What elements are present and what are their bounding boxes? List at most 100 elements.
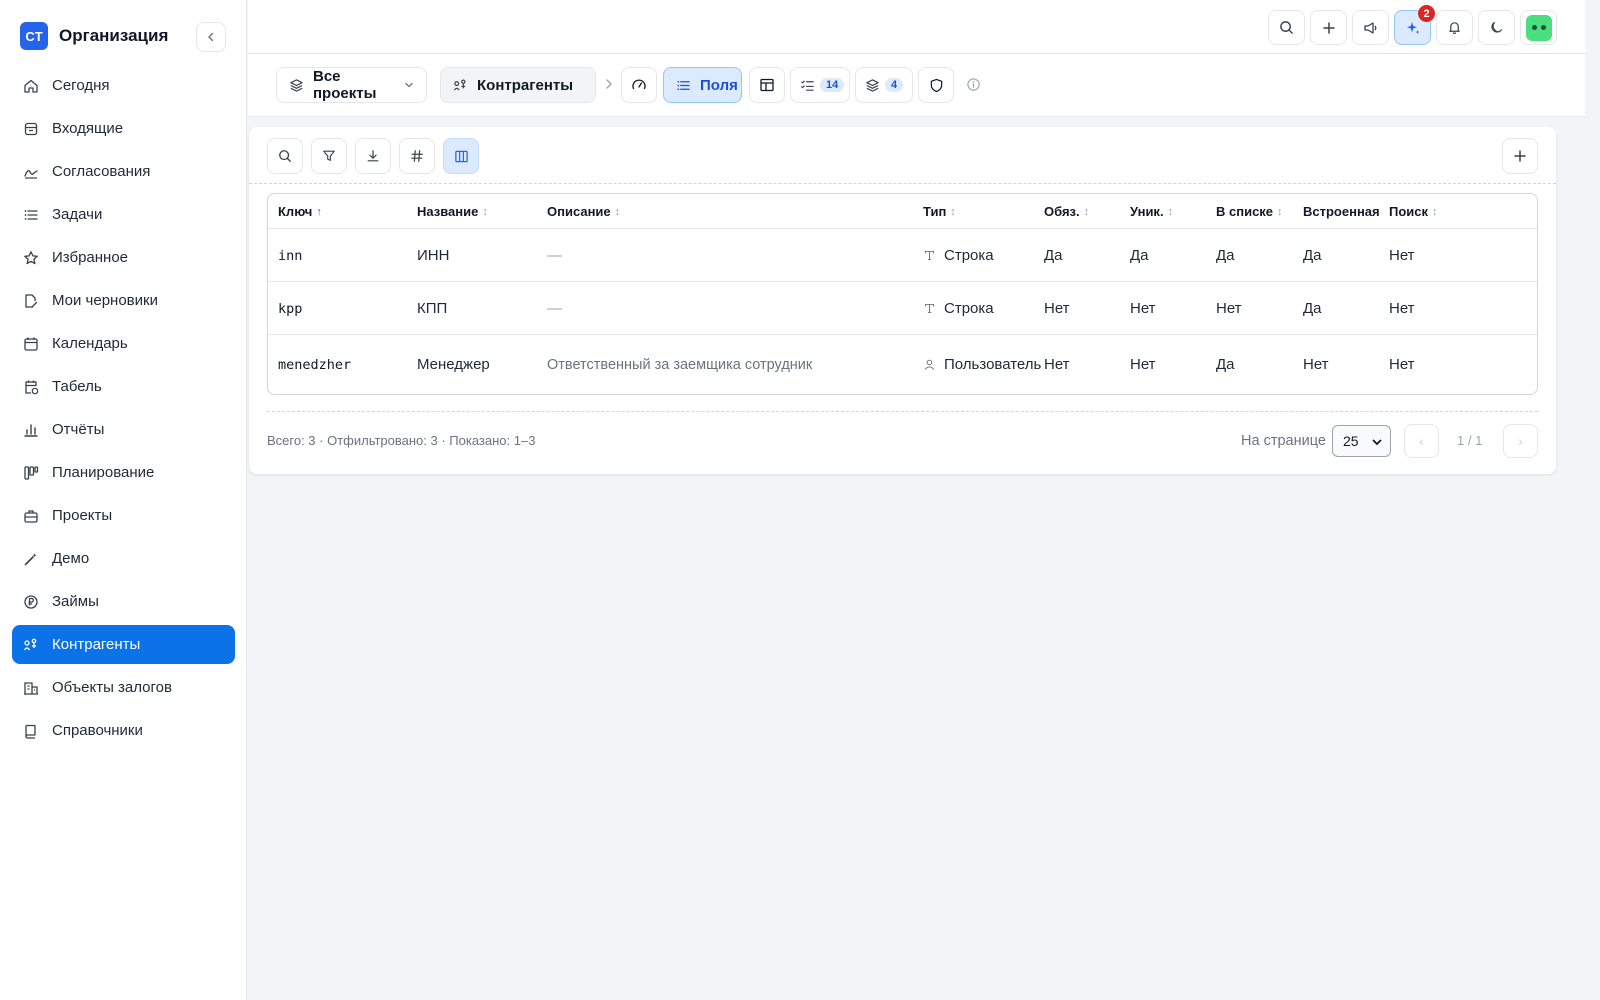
cell-value: Да	[1216, 247, 1235, 264]
sidebar-item-label: Займы	[52, 593, 99, 610]
text-type-icon	[923, 249, 936, 262]
cell-unique: Нет	[1130, 282, 1156, 335]
announcements-button[interactable]	[1352, 10, 1389, 45]
table-row[interactable]: menedzher Менеджер Ответственный за заемщи…	[268, 335, 1537, 394]
sidebar-item-14[interactable]: Объекты залогов	[12, 668, 235, 707]
export-button[interactable]	[355, 138, 391, 174]
checklists-count-badge: 14	[820, 78, 845, 92]
column-header-builtin[interactable]: Встроенная	[1303, 204, 1380, 219]
sidebar-item-9[interactable]: Планирование	[12, 453, 235, 492]
sort-icon: ↕	[950, 205, 956, 218]
column-header-description[interactable]: Описание ↕	[547, 204, 620, 219]
cell-value: Да	[1044, 247, 1063, 264]
column-header-unique[interactable]: Уник. ↕	[1130, 204, 1173, 219]
sidebar-item-12[interactable]: Займы	[12, 582, 235, 621]
megaphone-icon	[1363, 21, 1376, 34]
add-field-button[interactable]	[1502, 138, 1538, 174]
ai-assistant-button[interactable]: 2	[1394, 5, 1435, 45]
cell-in_list: Нет	[1216, 282, 1242, 335]
search-button[interactable]	[1268, 10, 1305, 45]
cell-required: Да	[1044, 229, 1063, 282]
sort-icon: ↕	[1432, 205, 1438, 218]
footer-divider	[267, 411, 1538, 412]
sidebar-item-4[interactable]: Избранное	[12, 238, 235, 277]
sidebar-item-5[interactable]: Мои черновики	[12, 281, 235, 320]
sidebar-item-label: Входящие	[52, 120, 124, 137]
per-page-select[interactable]: 25	[1332, 425, 1391, 457]
cell-value: Строка	[944, 246, 994, 264]
column-header-search[interactable]: Поиск ↕	[1389, 204, 1438, 219]
columns-button[interactable]	[443, 138, 479, 174]
checklists-tab[interactable]: 14	[790, 67, 850, 103]
cell-name: КПП	[417, 282, 447, 335]
collapse-sidebar-button[interactable]	[196, 22, 226, 52]
column-header-label: Уник.	[1130, 204, 1164, 219]
home-icon	[23, 78, 39, 94]
fields-tab[interactable]: Поля	[663, 67, 742, 103]
cell-builtin: Да	[1303, 282, 1322, 335]
layers-tab[interactable]: 4	[855, 67, 913, 103]
sidebar-item-6[interactable]: Календарь	[12, 324, 235, 363]
filter-button[interactable]	[311, 138, 347, 174]
cell-value: Ответственный за заемщика сотрудник	[547, 356, 813, 373]
sidebar-item-0[interactable]: Сегодня	[12, 66, 235, 105]
cell-value: Нет	[1216, 300, 1242, 317]
entity-selector-label: Контрагенты	[477, 76, 574, 94]
sidebar-item-label: Мои черновики	[52, 292, 158, 309]
moon-icon	[1491, 21, 1503, 33]
sidebar-item-11[interactable]: Демо	[12, 539, 235, 578]
sidebar-item-7[interactable]: Табель	[12, 367, 235, 406]
cell-in_list: Да	[1216, 335, 1235, 394]
top-actions: 2	[1268, 5, 1557, 45]
table-header: Ключ ↑ Название ↕ Описание ↕ Тип ↕ Обяз. ↕ Уник. ↕ В…	[268, 194, 1537, 229]
sidebar-item-13[interactable]: Контрагенты	[12, 625, 235, 664]
cell-value: Нет	[1389, 300, 1415, 317]
sidebar-item-label: Согласования	[52, 163, 151, 180]
user-type-icon	[923, 358, 936, 371]
sidebar-item-15[interactable]: Справочники	[12, 711, 235, 750]
next-page-button[interactable]: ›	[1503, 424, 1538, 458]
chevron-down-icon	[1371, 435, 1383, 451]
column-header-type[interactable]: Тип ↕	[923, 204, 956, 219]
notification-count-badge: 2	[1418, 5, 1435, 22]
cell-value: inn	[278, 247, 303, 264]
create-button[interactable]	[1310, 10, 1347, 45]
permissions-button[interactable]	[918, 67, 954, 103]
cell-builtin: Да	[1303, 229, 1322, 282]
draft-icon	[23, 293, 39, 309]
notifications-button[interactable]	[1436, 10, 1473, 45]
sidebar-item-3[interactable]: Задачи	[12, 195, 235, 234]
sidebar-item-10[interactable]: Проекты	[12, 496, 235, 535]
fields-table: Ключ ↑ Название ↕ Описание ↕ Тип ↕ Обяз. ↕ Уник. ↕ В…	[267, 193, 1538, 395]
table-search-button[interactable]	[267, 138, 303, 174]
cell-value: kpp	[278, 300, 303, 317]
column-header-name[interactable]: Название ↕	[417, 204, 488, 219]
cell-value: menedzher	[278, 356, 352, 373]
sort-icon: ↕	[614, 205, 621, 218]
sidebar-item-1[interactable]: Входящие	[12, 109, 235, 148]
info-icon[interactable]	[966, 77, 981, 92]
numbering-button[interactable]	[399, 138, 435, 174]
column-header-key[interactable]: Ключ ↑	[278, 204, 322, 219]
org-header[interactable]: CT Организация	[20, 22, 168, 50]
entity-selector[interactable]: Контрагенты	[440, 67, 596, 103]
sidebar-item-2[interactable]: Согласования	[12, 152, 235, 191]
sidebar-item-8[interactable]: Отчёты	[12, 410, 235, 449]
cell-search: Нет	[1389, 229, 1415, 282]
table-row[interactable]: inn ИНН — Строка Да Да Да Да Нет	[268, 229, 1537, 282]
sidebar-item-label: Задачи	[52, 206, 103, 223]
cell-description: Ответственный за заемщика сотрудник	[547, 335, 812, 394]
dashboard-view-button[interactable]	[621, 67, 657, 103]
theme-toggle-button[interactable]	[1478, 10, 1515, 45]
signature-icon	[23, 164, 39, 180]
projects-dropdown[interactable]: Все проекты	[276, 67, 427, 103]
search-icon	[279, 150, 291, 162]
layout-view-button[interactable]	[749, 67, 785, 103]
sidebar-item-label: Демо	[52, 550, 90, 567]
user-menu-button[interactable]	[1520, 10, 1557, 45]
table-row[interactable]: kpp КПП — Строка Нет Нет Нет Да Нет	[268, 282, 1537, 335]
column-header-in_list[interactable]: В списке ↕	[1216, 204, 1283, 219]
column-header-required[interactable]: Обяз. ↕	[1044, 204, 1089, 219]
prev-page-button[interactable]: ‹	[1404, 424, 1439, 458]
column-header-label: Обяз.	[1044, 204, 1080, 219]
